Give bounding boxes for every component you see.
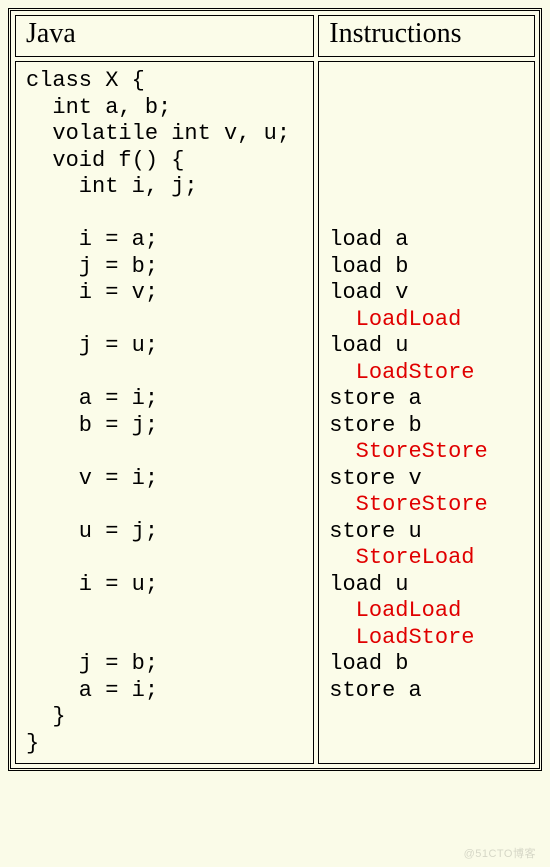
instruction-line: store b <box>329 413 421 438</box>
code-comparison-table: Java Instructions class X { int a, b; vo… <box>8 8 542 771</box>
memory-barrier: LoadStore <box>329 360 474 385</box>
instructions-cell: load a load b load v LoadLoad load u Loa… <box>318 61 535 764</box>
instruction-line: load v <box>329 280 408 305</box>
instruction-line: load a <box>329 227 408 252</box>
memory-barrier: StoreStore <box>329 439 487 464</box>
memory-barrier: StoreLoad <box>329 545 474 570</box>
instruction-line: load u <box>329 333 408 358</box>
instruction-line: load b <box>329 254 408 279</box>
java-code-block: class X { int a, b; volatile int v, u; v… <box>26 68 303 757</box>
memory-barrier: LoadLoad <box>329 307 461 332</box>
watermark: @51CTO博客 <box>464 845 536 861</box>
memory-barrier: LoadStore <box>329 625 474 650</box>
instruction-line: load b <box>329 651 408 676</box>
instruction-line: store a <box>329 678 421 703</box>
memory-barrier: StoreStore <box>329 492 487 517</box>
header-java: Java <box>15 15 314 57</box>
header-instructions: Instructions <box>318 15 535 57</box>
instruction-line: store u <box>329 519 421 544</box>
instruction-line: store v <box>329 466 421 491</box>
header-row: Java Instructions <box>15 15 535 57</box>
java-cell: class X { int a, b; volatile int v, u; v… <box>15 61 314 764</box>
instruction-line: store a <box>329 386 421 411</box>
instruction-line: load u <box>329 572 408 597</box>
content-row: class X { int a, b; volatile int v, u; v… <box>15 61 535 764</box>
memory-barrier: LoadLoad <box>329 598 461 623</box>
instructions-block: load a load b load v LoadLoad load u Loa… <box>329 68 524 731</box>
